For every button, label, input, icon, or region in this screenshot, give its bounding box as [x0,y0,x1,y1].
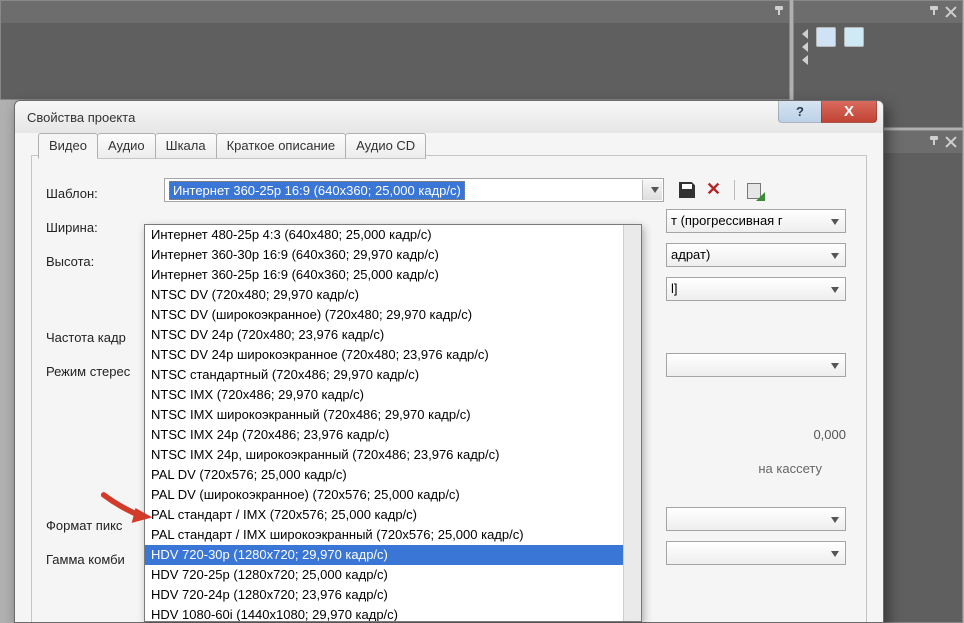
background-panel-left [0,0,790,100]
numeric-value: 0,000 [776,427,846,442]
gamma-label: Гамма комби [46,546,156,567]
dropdown-option[interactable]: Интернет 480-25p 4:3 (640x480; 25,000 ка… [145,225,641,245]
dropdown-option[interactable]: NTSC DV (широкоэкранное) (720x480; 29,97… [145,305,641,325]
dropdown-option[interactable]: NTSC DV 24p (720x480; 23,976 кадр/с) [145,325,641,345]
pin-icon[interactable] [773,6,785,18]
tab-strip: Видео Аудио Шкала Краткое описание Аудио… [38,133,866,159]
stereo-label: Режим стерес [46,358,156,379]
annotation-arrow-icon [100,488,156,528]
template-combo[interactable]: Интернет 360-25p 16:9 (640x360; 25,000 к… [164,178,664,202]
dialog-title: Свойства проекта [27,110,135,125]
pixel-format-combo[interactable] [666,507,846,531]
dropdown-option[interactable]: PAL DV (720x576; 25,000 кадр/с) [145,465,641,485]
tab-audio[interactable]: Аудио [97,133,156,159]
tape-label: на кассету [758,461,822,476]
dropdown-scrollbar[interactable] [623,225,641,621]
pin-icon[interactable] [928,136,940,148]
dropdown-option[interactable]: NTSC IMX 24p, широкоэкранный (720x486; 2… [145,445,641,465]
toolbar-divider [734,180,735,200]
close-button[interactable]: X [821,101,877,123]
dropdown-option[interactable]: PAL стандарт / IMX (720x576; 25,000 кадр… [145,505,641,525]
dropdown-option[interactable]: NTSC IMX (720x486; 29,970 кадр/с) [145,385,641,405]
gamma-combo[interactable] [666,541,846,565]
dropdown-option[interactable]: NTSC IMX 24p (720x486; 23,976 кадр/с) [145,425,641,445]
close-icon[interactable] [944,5,958,19]
help-button[interactable]: ? [778,101,822,123]
import-template-icon[interactable] [745,181,763,199]
template-label: Шаблон: [46,180,156,201]
pin-icon[interactable] [928,6,940,18]
dropdown-option[interactable]: NTSC DV (720x480; 29,970 кадр/с) [145,285,641,305]
dropdown-option[interactable]: NTSC DV 24p широкоэкранное (720x480; 23,… [145,345,641,365]
dropdown-option[interactable]: NTSC стандартный (720x486; 29,970 кадр/с… [145,365,641,385]
field-order-combo[interactable]: т (прогрессивная г [666,209,846,233]
tab-ruler[interactable]: Шкала [155,133,217,159]
tab-video[interactable]: Видео [38,133,98,159]
dropdown-option[interactable]: HDV 1080-60i (1440x1080; 29,970 кадр/с) [145,605,641,622]
dropdown-option[interactable]: PAL DV (широкоэкранное) (720x576; 25,000… [145,485,641,505]
width-label: Ширина: [46,214,156,235]
stereo-combo[interactable] [666,353,846,377]
dropdown-option[interactable]: NTSC IMX широкоэкранный (720x486; 29,970… [145,405,641,425]
save-template-icon[interactable] [678,181,696,199]
tab-summary[interactable]: Краткое описание [216,133,347,159]
panel-arrow-group[interactable] [800,27,808,65]
dropdown-option[interactable]: HDV 720-30p (1280x720; 29,970 кадр/с) [145,545,641,565]
dropdown-option[interactable]: HDV 720-24p (1280x720; 23,976 кадр/с) [145,585,641,605]
dropdown-option[interactable]: Интернет 360-25p 16:9 (640x360; 25,000 к… [145,265,641,285]
framerate-label: Частота кадр [46,324,156,345]
tab-audiocd[interactable]: Аудио CD [345,133,426,159]
chevron-down-icon[interactable] [642,180,662,200]
title-bar: Свойства проекта ? X [15,101,883,133]
height-label: Высота: [46,248,156,269]
dropdown-option[interactable]: PAL стандарт / IMX широкоэкранный (720x5… [145,525,641,545]
template-combo-value: Интернет 360-25p 16:9 (640x360; 25,000 к… [169,181,465,200]
monitor-icon[interactable] [844,27,864,47]
pixel-aspect-combo[interactable]: адрат) [666,243,846,267]
output-rotation-combo[interactable]: l] [666,277,846,301]
cursor-icon[interactable] [816,27,836,47]
close-icon[interactable] [944,135,958,149]
delete-template-icon[interactable]: ✕ [706,181,724,199]
template-dropdown-list[interactable]: Интернет 480-25p 4:3 (640x480; 25,000 ка… [144,224,642,622]
dropdown-option[interactable]: HDV 720-25p (1280x720; 25,000 кадр/с) [145,565,641,585]
dropdown-option[interactable]: Интернет 360-30p 16:9 (640x360; 29,970 к… [145,245,641,265]
